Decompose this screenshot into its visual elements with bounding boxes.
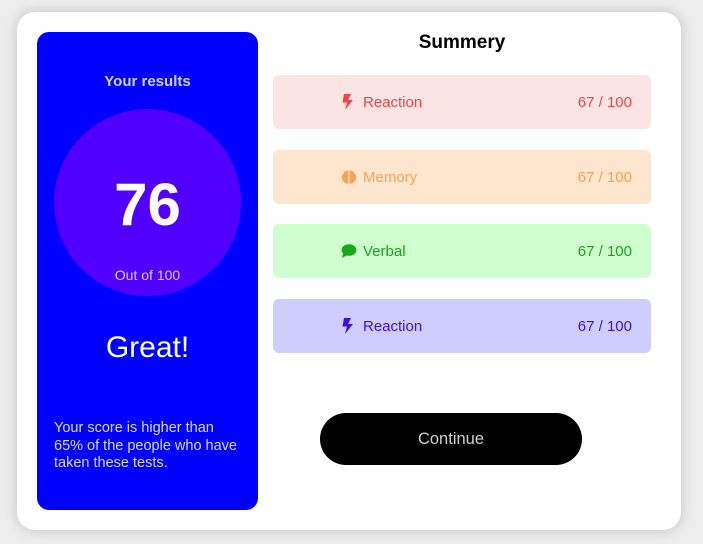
summary-label: Verbal xyxy=(363,243,406,260)
lightning-icon xyxy=(341,318,355,334)
continue-button[interactable]: Continue xyxy=(320,413,582,465)
summary-value: 67 / 100 xyxy=(577,243,632,260)
chat-bubble-icon xyxy=(341,243,357,259)
score-out-of: Out of 100 xyxy=(114,267,181,283)
summary-row-verbal: Verbal 67 / 100 xyxy=(273,224,651,278)
score-description: Your score is higher than 65% of the peo… xyxy=(54,420,237,471)
summary-label: Reaction xyxy=(363,318,423,335)
summary-row-reaction: Reaction 67 / 100 xyxy=(273,299,651,353)
score-verdict: Great! xyxy=(105,331,190,364)
results-title: Your results xyxy=(104,73,191,90)
summary-label: Memory xyxy=(363,169,418,186)
results-panel: Your results 76 Out of 100 Great! Your s… xyxy=(37,32,258,510)
summary-title: Summery xyxy=(418,32,506,53)
summary-value: 67 / 100 xyxy=(577,169,632,186)
score-circle: 76 Out of 100 xyxy=(54,109,241,296)
summary-value: 67 / 100 xyxy=(577,94,632,111)
summary-label: Reaction xyxy=(363,94,423,111)
brain-icon xyxy=(341,169,357,185)
summary-row-memory: Memory 67 / 100 xyxy=(273,150,651,204)
summary-value: 67 / 100 xyxy=(577,318,632,335)
summary-row-reaction: Reaction 67 / 100 xyxy=(273,75,651,129)
score-value: 76 xyxy=(114,171,181,238)
lightning-icon xyxy=(341,94,355,110)
